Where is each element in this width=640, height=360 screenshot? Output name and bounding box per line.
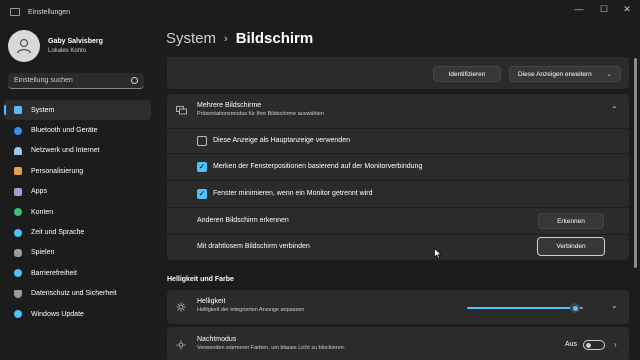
sidebar-item-bluetooth[interactable]: Bluetooth und Geräte xyxy=(4,120,151,140)
display-arrangement-card: Identifizieren Diese Anzeigen erweitern … xyxy=(167,57,629,89)
connect-button[interactable]: Verbinden xyxy=(537,237,605,256)
chevron-up-icon[interactable]: ⌃ xyxy=(611,105,618,114)
brush-icon xyxy=(14,167,22,176)
user-name: Gaby Salvisberg xyxy=(48,38,103,45)
night-light-toggle[interactable] xyxy=(583,340,605,350)
page-title: Bildschirm xyxy=(235,30,314,47)
extend-dropdown-label: Diese Anzeigen erweitern xyxy=(518,70,592,78)
multiple-displays-card: Mehrere Bildschirme Präsentationsmodus f… xyxy=(167,94,629,260)
brightness-subtitle: Helligkeit der integrierten Anzeige anpa… xyxy=(197,307,305,313)
sidebar-item-label: Barrierefreiheit xyxy=(31,269,77,277)
brightness-slider-track[interactable] xyxy=(467,307,575,309)
sidebar-item-apps[interactable]: Apps xyxy=(4,182,151,202)
title-bar: Einstellungen xyxy=(0,0,640,24)
sidebar-item-time-language[interactable]: Zeit und Sprache xyxy=(4,222,151,242)
chevron-down-icon: ⌄ xyxy=(606,71,612,78)
section-title-brightness-color: Helligkeit und Farbe xyxy=(167,276,234,283)
accessibility-icon xyxy=(14,269,22,278)
sidebar-item-system[interactable]: System xyxy=(4,100,151,121)
night-light-card: Nachtmodus Verwenden wärmerer Farben, um… xyxy=(167,327,629,360)
sun-icon xyxy=(176,302,186,312)
search-box[interactable] xyxy=(8,73,144,89)
mouse-cursor-icon xyxy=(434,248,442,259)
gamepad-icon xyxy=(14,248,22,257)
main-content: System › Bildschirm Identifizieren Diese… xyxy=(155,24,640,360)
sidebar-item-accounts[interactable]: Konten xyxy=(4,202,151,222)
sidebar-item-label: Windows Update xyxy=(31,310,84,318)
brightness-title: Helligkeit xyxy=(197,298,226,305)
breadcrumb-parent[interactable]: System xyxy=(166,30,216,47)
close-icon[interactable]: ✕ xyxy=(614,0,640,18)
main-display-checkbox[interactable] xyxy=(197,136,207,146)
sidebar-item-privacy[interactable]: Datenschutz und Sicherheit xyxy=(4,284,151,304)
user-account-type: Lokales Konto xyxy=(48,48,87,54)
scrollbar[interactable] xyxy=(634,58,637,268)
sidebar-item-personalization[interactable]: Personalisierung xyxy=(4,161,151,181)
detect-display-row: Anderen Bildschirm erkennen Erkennen xyxy=(167,208,629,234)
night-light-subtitle: Verwenden wärmerer Farben, um blaues Lic… xyxy=(197,345,346,351)
network-icon xyxy=(14,146,22,155)
sidebar-item-label: Datenschutz und Sicherheit xyxy=(31,290,117,298)
wireless-display-row: Mit drahtlosem Bildschirm verbinden Verb… xyxy=(167,235,629,260)
sidebar-item-label: Apps xyxy=(31,188,47,196)
multiple-displays-header[interactable]: Mehrere Bildschirme Präsentationsmodus f… xyxy=(167,94,629,128)
sidebar-item-label: Bluetooth und Geräte xyxy=(31,127,98,135)
chevron-down-icon[interactable]: ⌄ xyxy=(611,301,618,310)
search-input[interactable] xyxy=(14,77,124,84)
detect-button[interactable]: Erkennen xyxy=(538,213,604,229)
breadcrumb: System › Bildschirm xyxy=(166,30,313,47)
detect-display-label: Anderen Bildschirm erkennen xyxy=(197,217,289,224)
avatar[interactable] xyxy=(8,30,40,62)
multiple-monitors-icon xyxy=(176,106,187,115)
sidebar-nav: System Bluetooth und Geräte Netzwerk und… xyxy=(4,100,151,324)
identify-button[interactable]: Identifizieren xyxy=(433,66,501,82)
window-title: Einstellungen xyxy=(28,8,71,16)
sidebar-item-windows-update[interactable]: Windows Update xyxy=(4,304,151,324)
sidebar-item-label: System xyxy=(31,106,55,114)
sidebar-item-gaming[interactable]: Spielen xyxy=(4,243,151,263)
apps-icon xyxy=(14,187,22,196)
main-display-row: Diese Anzeige als Hauptanzeige verwenden xyxy=(167,129,629,153)
brightness-slider-thumb[interactable] xyxy=(570,303,580,313)
sidebar-item-label: Zeit und Sprache xyxy=(31,229,85,237)
update-icon xyxy=(14,310,22,319)
minimize-windows-label: Fenster minimieren, wenn ein Monitor get… xyxy=(213,190,373,197)
bluetooth-icon xyxy=(14,126,22,135)
settings-window: Einstellungen — ☐ ✕ Gaby Salvisberg Loka… xyxy=(0,0,640,360)
sidebar-item-network[interactable]: Netzwerk und Internet xyxy=(4,141,151,161)
sidebar: Gaby Salvisberg Lokales Konto System Blu… xyxy=(0,24,155,360)
multiple-displays-subtitle: Präsentationsmodus für Ihre Bildschirme … xyxy=(197,111,324,117)
sidebar-item-label: Personalisierung xyxy=(31,167,84,175)
sidebar-item-accessibility[interactable]: Barrierefreiheit xyxy=(4,263,151,283)
wireless-display-label: Mit drahtlosem Bildschirm verbinden xyxy=(197,243,310,250)
night-light-state: Aus xyxy=(565,341,578,348)
breadcrumb-separator: › xyxy=(224,32,228,45)
main-display-label: Diese Anzeige als Hauptanzeige verwenden xyxy=(213,137,350,144)
globe-clock-icon xyxy=(14,228,22,237)
remember-positions-row: ✓ Merken der Fensterpositionen basierend… xyxy=(167,154,629,180)
settings-app-icon xyxy=(10,8,20,16)
sidebar-item-label: Netzwerk und Internet xyxy=(31,147,100,155)
minimize-icon[interactable]: — xyxy=(566,0,592,18)
search-icon[interactable] xyxy=(131,77,138,84)
shield-icon xyxy=(14,289,22,298)
chevron-right-icon[interactable]: › xyxy=(614,340,617,349)
night-light-icon xyxy=(176,340,186,350)
sidebar-item-label: Konten xyxy=(31,208,54,216)
multiple-displays-title: Mehrere Bildschirme xyxy=(197,102,262,109)
system-icon xyxy=(14,106,22,115)
person-icon xyxy=(16,38,32,54)
extend-dropdown[interactable]: Diese Anzeigen erweitern ⌄ xyxy=(509,66,621,82)
minimize-windows-checkbox[interactable]: ✓ xyxy=(197,189,207,199)
night-light-title: Nachtmodus xyxy=(197,336,237,343)
sidebar-item-label: Spielen xyxy=(31,249,55,257)
minimize-windows-row: ✓ Fenster minimieren, wenn ein Monitor g… xyxy=(167,181,629,207)
account-icon xyxy=(14,208,22,217)
remember-positions-checkbox[interactable]: ✓ xyxy=(197,162,207,172)
remember-positions-label: Merken der Fensterpositionen basierend a… xyxy=(213,163,423,170)
